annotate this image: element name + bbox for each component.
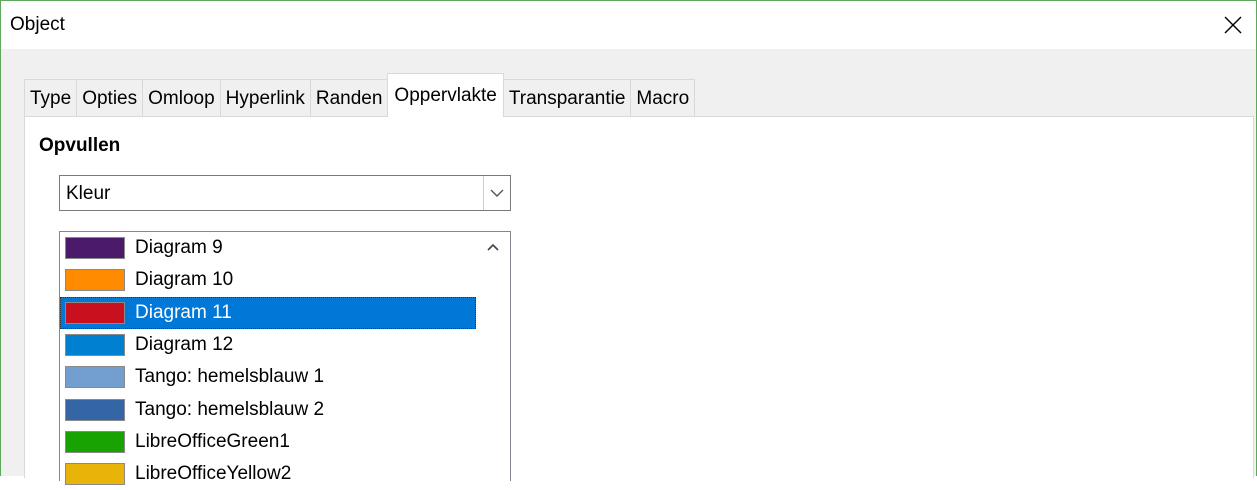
- close-icon: [1224, 16, 1242, 34]
- tab-hyperlink[interactable]: Hyperlink: [219, 79, 311, 117]
- surface-panel: Opvullen Kleur Diagram 9 Diagram 10 Diagra…: [24, 116, 1254, 486]
- color-swatch: [65, 301, 125, 324]
- color-swatch: [65, 334, 125, 357]
- color-swatch: [65, 463, 125, 486]
- color-name: LibreOfficeGreen1: [135, 430, 290, 452]
- color-list-item[interactable]: LibreOfficeGreen1: [60, 426, 476, 458]
- color-swatch: [65, 398, 125, 421]
- color-name: Diagram 10: [135, 269, 234, 291]
- color-list-item[interactable]: Diagram 11: [60, 296, 476, 329]
- color-list-item[interactable]: Tango: hemelsblauw 2: [60, 393, 476, 425]
- color-list-item[interactable]: Tango: hemelsblauw 1: [60, 361, 476, 393]
- color-list-scrollbar[interactable]: [476, 232, 510, 481]
- color-swatch: [65, 269, 125, 292]
- scroll-up-button[interactable]: [482, 236, 504, 258]
- tab-macro[interactable]: Macro: [630, 79, 696, 117]
- color-name: LibreOfficeYellow2: [135, 463, 292, 485]
- object-dialog: Object Type Opties Omloop Hyperlink Randen Op…: [0, 0, 1257, 486]
- fill-type-dropdown-button[interactable]: [483, 176, 510, 210]
- color-swatch: [65, 237, 125, 260]
- tab-randen[interactable]: Randen: [309, 79, 389, 117]
- fill-type-dropdown[interactable]: Kleur: [59, 175, 511, 211]
- color-list-items: Diagram 9 Diagram 10 Diagram 11 Diagram 12 T…: [60, 232, 476, 490]
- color-list-item[interactable]: Diagram 9: [60, 232, 476, 264]
- color-list-item[interactable]: Diagram 10: [60, 264, 476, 296]
- chevron-up-icon: [487, 243, 499, 251]
- color-name: Diagram 11: [135, 301, 232, 323]
- tab-oppervlakte[interactable]: Oppervlakte: [387, 73, 504, 117]
- fill-section-label: Opvullen: [39, 135, 121, 156]
- fill-type-value: Kleur: [66, 183, 111, 204]
- color-name: Tango: hemelsblauw 2: [135, 398, 325, 420]
- color-swatch: [65, 430, 125, 453]
- color-list[interactable]: Diagram 9 Diagram 10 Diagram 11 Diagram 12 T…: [59, 231, 511, 486]
- color-name: Diagram 9: [135, 237, 223, 259]
- title-bar: Object: [1, 1, 1256, 49]
- tab-opties[interactable]: Opties: [76, 79, 144, 117]
- color-name: Tango: hemelsblauw 1: [135, 366, 325, 388]
- color-swatch: [65, 366, 125, 389]
- color-list-item[interactable]: LibreOfficeYellow2: [60, 458, 476, 490]
- color-name: Diagram 12: [135, 334, 234, 356]
- tab-transparantie[interactable]: Transparantie: [502, 79, 632, 117]
- tab-bar: Type Opties Omloop Hyperlink Randen Oppervlak…: [24, 73, 696, 117]
- tab-type[interactable]: Type: [24, 79, 78, 117]
- tab-omloop[interactable]: Omloop: [142, 79, 221, 117]
- color-list-item[interactable]: Diagram 12: [60, 329, 476, 361]
- window-title: Object: [10, 14, 65, 35]
- chevron-down-icon: [490, 189, 504, 197]
- close-button[interactable]: [1210, 1, 1256, 49]
